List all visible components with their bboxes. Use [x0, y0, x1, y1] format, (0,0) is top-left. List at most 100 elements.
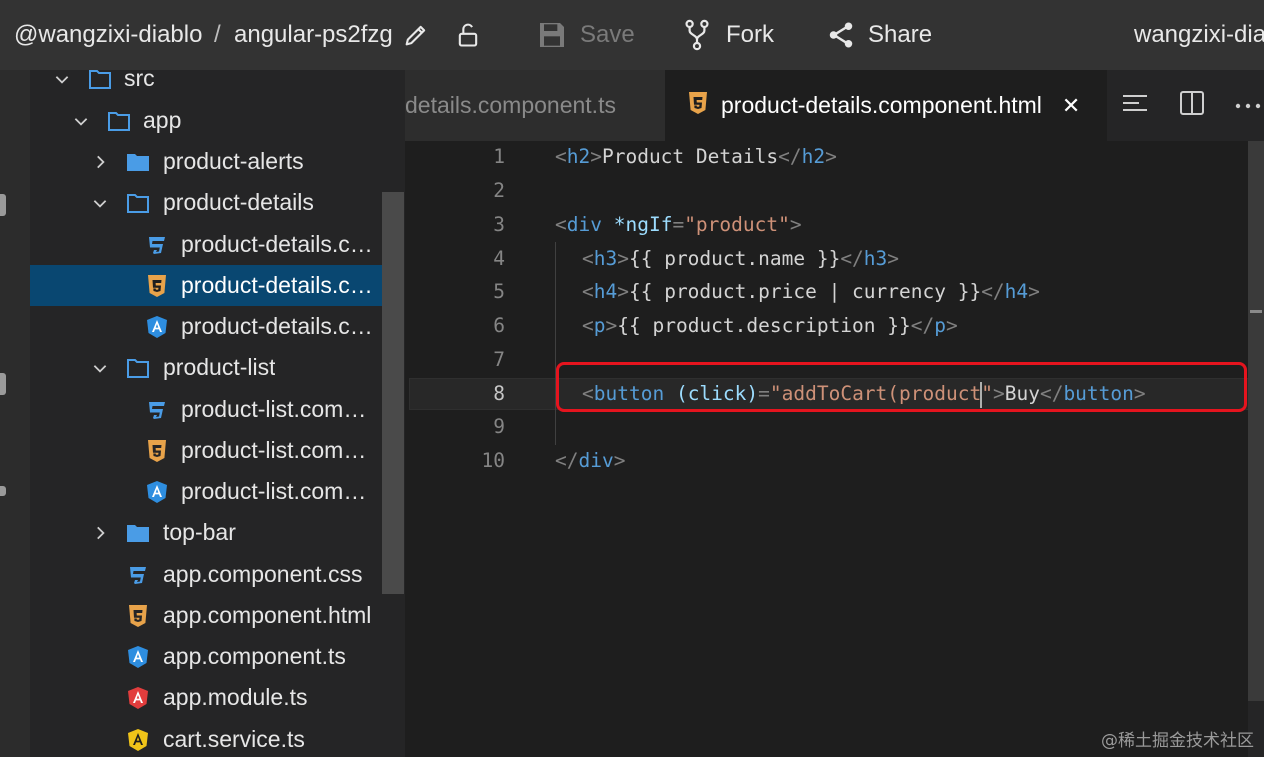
code-token: h3: [863, 247, 888, 270]
chevron-right-icon: [90, 523, 110, 543]
folder-open-icon: [126, 356, 150, 380]
share-button[interactable]: Share: [826, 0, 932, 70]
tree-file-cart-service-ts[interactable]: cart.service.ts: [30, 719, 382, 757]
html5-file-icon: [687, 91, 709, 121]
tree-file-product-details-html[interactable]: product-details.component.html: [30, 265, 382, 306]
code-token: h2: [566, 145, 591, 168]
html5-file-icon: [145, 439, 169, 463]
folder-open-icon: [88, 70, 112, 91]
code-token: >: [617, 247, 629, 270]
tree-file-app-module-ts[interactable]: app.module.ts: [30, 677, 382, 718]
activity-bar: [0, 70, 30, 757]
scrollbar-thumb[interactable]: [1248, 141, 1264, 701]
tree-label: product-list.component.css: [181, 396, 377, 422]
fork-icon: [684, 19, 710, 51]
tree-file-app-component-ts[interactable]: app.component.ts: [30, 636, 382, 677]
tree-folder-src[interactable]: src: [30, 70, 382, 99]
code-token: </: [555, 449, 579, 472]
css-file-icon: [145, 398, 169, 422]
line-number: 10: [481, 449, 505, 472]
editor-tab-bar: details.component.ts product-details.com…: [405, 70, 1264, 141]
angular-component-icon: [145, 480, 169, 504]
project-name[interactable]: angular-ps2fzg: [234, 0, 393, 70]
activity-marker: [0, 194, 6, 216]
tree-file-product-details-ts[interactable]: product-details.component.ts: [30, 306, 382, 347]
chevron-down-icon: [52, 70, 72, 89]
tree-folder-product-list[interactable]: product-list: [30, 347, 382, 388]
unlock-icon[interactable]: [454, 0, 482, 70]
code-token: *ngIf: [613, 213, 673, 236]
share-icon: [826, 20, 856, 50]
owner-name[interactable]: wangzixi-dia: [1134, 0, 1264, 70]
code-token: p: [934, 314, 946, 337]
folder-closed-icon: [126, 521, 150, 545]
tree-file-app-component-css[interactable]: app.component.css: [30, 554, 382, 595]
code-token: <: [555, 213, 567, 236]
code-token: "product": [684, 213, 790, 236]
chevron-down-icon: [90, 358, 110, 378]
outline-icon[interactable]: [1121, 91, 1149, 120]
tree-label: product-details: [163, 189, 314, 215]
code-token: >: [590, 145, 602, 168]
tree-file-product-list-css[interactable]: product-list.component.css: [30, 389, 382, 430]
indent-guide: [555, 242, 556, 445]
tree-folder-app[interactable]: app: [30, 100, 382, 141]
tree-folder-product-details[interactable]: product-details: [30, 182, 382, 223]
tree-label: app.component.ts: [163, 643, 346, 669]
html5-file-icon: [145, 274, 169, 298]
tree-folder-top-bar[interactable]: top-bar: [30, 512, 382, 553]
code-token: =: [672, 213, 685, 236]
close-icon[interactable]: ✕: [1062, 93, 1080, 119]
code-token: >: [789, 213, 802, 236]
code-token: div: [578, 449, 614, 472]
chevron-right-icon: [90, 152, 110, 172]
editor-scrollbar[interactable]: [1248, 141, 1264, 757]
code-editor[interactable]: 1 2 3 4 5 6 7 8 9 10 <h2>Product Details…: [405, 141, 1264, 757]
html5-file-icon: [126, 604, 150, 628]
pencil-icon[interactable]: [402, 0, 430, 70]
code-token: h2: [801, 145, 826, 168]
top-bar: @wangzixi-diablo / angular-ps2fzg Save F…: [0, 0, 1264, 70]
tree-label: app.component.css: [163, 561, 363, 587]
code-line-10: </div>: [555, 444, 625, 478]
line-number: 2: [493, 179, 505, 202]
tree-label: cart.service.ts: [163, 726, 305, 752]
watermark: @稀土掘金技术社区: [1101, 731, 1254, 751]
code-line-6: <p>{{ product.description }}</p>: [582, 309, 958, 343]
tree-file-product-list-html[interactable]: product-list.component.html: [30, 430, 382, 471]
css-file-icon: [126, 563, 150, 587]
code-token: >: [945, 314, 958, 337]
user-link[interactable]: @wangzixi-diablo: [14, 0, 202, 70]
tab-product-details-html[interactable]: product-details.component.html ✕: [665, 70, 1107, 141]
fork-button[interactable]: Fork: [684, 0, 774, 70]
save-button[interactable]: Save: [536, 0, 635, 70]
angular-service-icon: [126, 728, 150, 752]
save-label: Save: [580, 21, 635, 48]
code-token: h4: [593, 280, 618, 303]
tree-label: product-details.component.ts: [181, 313, 381, 339]
tree-label: product-list.component.ts: [181, 478, 377, 504]
tree-file-product-details-css[interactable]: product-details.component.css: [30, 224, 382, 265]
tree-file-product-list-ts[interactable]: product-list.component.ts: [30, 471, 382, 512]
file-explorer: src app product-alerts product-details p…: [30, 70, 405, 757]
tree-folder-product-alerts[interactable]: product-alerts: [30, 141, 382, 182]
angular-component-icon: [126, 645, 150, 669]
tree-label: product-list.component.html: [181, 437, 377, 463]
highlight-annotation-box: [556, 362, 1247, 412]
code-token: >: [605, 314, 618, 337]
code-line-5: <h4>{{ product.price | currency }}</h4>: [582, 275, 1040, 309]
tab-details-component-ts[interactable]: details.component.ts: [405, 70, 665, 141]
more-actions-icon[interactable]: [1235, 97, 1261, 115]
share-label: Share: [868, 21, 933, 48]
code-token: div: [566, 213, 602, 236]
split-editor-icon[interactable]: [1179, 90, 1205, 121]
line-number: 8: [493, 382, 505, 405]
sidebar-scrollbar[interactable]: [382, 192, 404, 594]
line-number: 4: [493, 247, 505, 270]
code-line-4: <h3>{{ product.name }}</h3>: [582, 242, 899, 276]
tree-file-app-component-html[interactable]: app.component.html: [30, 595, 382, 636]
code-token: <: [555, 145, 567, 168]
save-disk-icon: [536, 19, 568, 51]
tree-label: app: [143, 107, 182, 133]
